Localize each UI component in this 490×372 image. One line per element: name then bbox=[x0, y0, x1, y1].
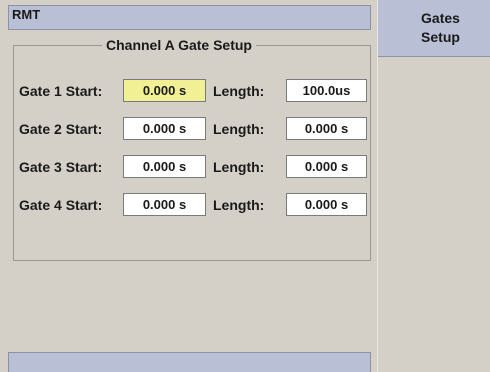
gate-3-start-field[interactable]: 0.000 s bbox=[123, 155, 206, 178]
gate-4-start-field[interactable]: 0.000 s bbox=[123, 193, 206, 216]
gate-4-length-label: Length: bbox=[213, 197, 265, 213]
message-bar bbox=[8, 352, 371, 372]
gate-2-length-field[interactable]: 0.000 s bbox=[286, 117, 367, 140]
gates-setup-softkey[interactable]: Gates Setup bbox=[378, 0, 490, 57]
gate-1-length-field[interactable]: 100.0us bbox=[286, 79, 367, 102]
gate-1-start-field[interactable]: 0.000 s bbox=[123, 79, 206, 102]
gate-2-start-field[interactable]: 0.000 s bbox=[123, 117, 206, 140]
softkey-line-2: Setup bbox=[421, 29, 460, 45]
remote-indicator: RMT bbox=[12, 7, 41, 22]
gate-1-start-label: Gate 1 Start: bbox=[19, 83, 103, 99]
gate-3-length-field[interactable]: 0.000 s bbox=[286, 155, 367, 178]
gate-2-length-label: Length: bbox=[213, 121, 265, 137]
gate-setup-groupbox bbox=[13, 45, 371, 261]
gate-3-start-label: Gate 3 Start: bbox=[19, 159, 103, 175]
gate-2-start-label: Gate 2 Start: bbox=[19, 121, 103, 137]
gate-1-length-label: Length: bbox=[213, 83, 265, 99]
softkey-panel: Gates Setup bbox=[377, 0, 490, 372]
gate-4-length-field[interactable]: 0.000 s bbox=[286, 193, 367, 216]
panel-title: Channel A Gate Setup bbox=[102, 36, 256, 54]
status-bar: RMT bbox=[8, 5, 371, 30]
gate-3-length-label: Length: bbox=[213, 159, 265, 175]
gate-4-start-label: Gate 4 Start: bbox=[19, 197, 103, 213]
softkey-line-1: Gates bbox=[421, 10, 460, 26]
